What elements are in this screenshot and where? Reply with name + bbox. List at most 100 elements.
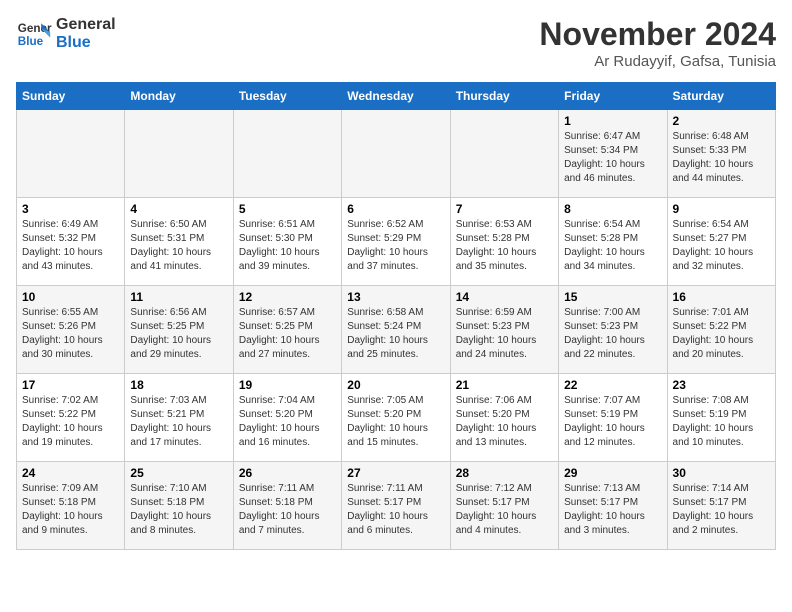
day-number: 21 [456,378,553,392]
day-cell: 27 Sunrise: 7:11 AM Sunset: 5:17 PM Dayli… [342,462,450,550]
week-row-2: 3 Sunrise: 6:49 AM Sunset: 5:32 PM Daylig… [17,198,776,286]
day-info: Sunrise: 7:12 AM Sunset: 5:17 PM Dayligh… [456,482,553,538]
day-info: Sunrise: 7:09 AM Sunset: 5:18 PM Dayligh… [22,482,119,538]
day-info: Sunrise: 6:58 AM Sunset: 5:24 PM Dayligh… [347,306,444,362]
day-info: Sunrise: 6:47 AM Sunset: 5:34 PM Dayligh… [564,130,661,186]
day-number: 1 [564,114,661,128]
day-info: Sunrise: 7:10 AM Sunset: 5:18 PM Dayligh… [130,482,227,538]
day-number: 25 [130,466,227,480]
location: Ar Rudayyif, Gafsa, Tunisia [539,53,776,70]
day-number: 19 [239,378,336,392]
day-cell [233,110,341,198]
day-cell: 15 Sunrise: 7:00 AM Sunset: 5:23 PM Dayli… [559,286,667,374]
day-number: 24 [22,466,119,480]
day-info: Sunrise: 7:00 AM Sunset: 5:23 PM Dayligh… [564,306,661,362]
day-cell [342,110,450,198]
svg-text:Blue: Blue [18,35,44,48]
logo-blue: Blue [56,34,116,52]
week-row-1: 1 Sunrise: 6:47 AM Sunset: 5:34 PM Daylig… [17,110,776,198]
day-number: 28 [456,466,553,480]
day-info: Sunrise: 7:11 AM Sunset: 5:17 PM Dayligh… [347,482,444,538]
week-row-4: 17Sunrise: 7:02 AM Sunset: 5:22 PM Dayli… [17,374,776,462]
day-cell: 20 Sunrise: 7:05 AM Sunset: 5:20 PM Dayli… [342,374,450,462]
day-number: 18 [130,378,227,392]
day-info: Sunrise: 7:14 AM Sunset: 5:17 PM Dayligh… [673,482,770,538]
weekday-header-sunday: Sunday [17,83,125,110]
day-info: Sunrise: 6:57 AM Sunset: 5:25 PM Dayligh… [239,306,336,362]
header: General Blue General Blue November 2024 … [16,16,776,70]
day-number: 2 [673,114,770,128]
day-info: Sunrise: 6:56 AM Sunset: 5:25 PM Dayligh… [130,306,227,362]
week-row-3: 10Sunrise: 6:55 AM Sunset: 5:26 PM Dayli… [17,286,776,374]
day-cell: 28 Sunrise: 7:12 AM Sunset: 5:17 PM Dayli… [450,462,558,550]
day-number: 26 [239,466,336,480]
logo-icon: General Blue [16,16,52,52]
day-number: 14 [456,290,553,304]
day-cell: 19 Sunrise: 7:04 AM Sunset: 5:20 PM Dayli… [233,374,341,462]
day-info: Sunrise: 7:05 AM Sunset: 5:20 PM Dayligh… [347,394,444,450]
day-cell: 21Sunrise: 7:06 AM Sunset: 5:20 PM Dayli… [450,374,558,462]
day-number: 15 [564,290,661,304]
day-number: 4 [130,202,227,216]
weekday-header-saturday: Saturday [667,83,775,110]
day-number: 30 [673,466,770,480]
day-info: Sunrise: 6:54 AM Sunset: 5:28 PM Dayligh… [564,218,661,274]
day-info: Sunrise: 7:08 AM Sunset: 5:19 PM Dayligh… [673,394,770,450]
day-cell: 12Sunrise: 6:57 AM Sunset: 5:25 PM Dayli… [233,286,341,374]
weekday-header-row: SundayMondayTuesdayWednesdayThursdayFrid… [17,83,776,110]
day-cell [125,110,233,198]
logo-general: General [56,16,116,34]
day-cell: 18Sunrise: 7:03 AM Sunset: 5:21 PM Dayli… [125,374,233,462]
day-cell: 16 Sunrise: 7:01 AM Sunset: 5:22 PM Dayli… [667,286,775,374]
day-info: Sunrise: 6:55 AM Sunset: 5:26 PM Dayligh… [22,306,119,362]
weekday-header-wednesday: Wednesday [342,83,450,110]
weekday-header-monday: Monday [125,83,233,110]
day-info: Sunrise: 7:01 AM Sunset: 5:22 PM Dayligh… [673,306,770,362]
day-cell: 30 Sunrise: 7:14 AM Sunset: 5:17 PM Dayli… [667,462,775,550]
day-info: Sunrise: 6:48 AM Sunset: 5:33 PM Dayligh… [673,130,770,186]
day-number: 5 [239,202,336,216]
weekday-header-thursday: Thursday [450,83,558,110]
day-cell: 11 Sunrise: 6:56 AM Sunset: 5:25 PM Dayli… [125,286,233,374]
day-info: Sunrise: 6:51 AM Sunset: 5:30 PM Dayligh… [239,218,336,274]
day-number: 23 [673,378,770,392]
day-number: 7 [456,202,553,216]
day-cell: 7 Sunrise: 6:53 AM Sunset: 5:28 PM Daylig… [450,198,558,286]
day-cell: 8 Sunrise: 6:54 AM Sunset: 5:28 PM Daylig… [559,198,667,286]
day-info: Sunrise: 6:52 AM Sunset: 5:29 PM Dayligh… [347,218,444,274]
day-cell: 10Sunrise: 6:55 AM Sunset: 5:26 PM Dayli… [17,286,125,374]
day-cell: 3 Sunrise: 6:49 AM Sunset: 5:32 PM Daylig… [17,198,125,286]
day-cell: 4 Sunrise: 6:50 AM Sunset: 5:31 PM Daylig… [125,198,233,286]
day-number: 6 [347,202,444,216]
day-number: 11 [130,290,227,304]
calendar-table: SundayMondayTuesdayWednesdayThursdayFrid… [16,82,776,550]
title-block: November 2024 Ar Rudayyif, Gafsa, Tunisi… [539,16,776,70]
day-cell: 22Sunrise: 7:07 AM Sunset: 5:19 PM Dayli… [559,374,667,462]
day-number: 20 [347,378,444,392]
day-info: Sunrise: 6:49 AM Sunset: 5:32 PM Dayligh… [22,218,119,274]
week-row-5: 24 Sunrise: 7:09 AM Sunset: 5:18 PM Dayli… [17,462,776,550]
day-number: 3 [22,202,119,216]
day-number: 17 [22,378,119,392]
weekday-header-friday: Friday [559,83,667,110]
logo: General Blue General Blue [16,16,116,52]
day-number: 27 [347,466,444,480]
month-title: November 2024 [539,16,776,53]
day-cell: 5 Sunrise: 6:51 AM Sunset: 5:30 PM Daylig… [233,198,341,286]
day-cell: 25 Sunrise: 7:10 AM Sunset: 5:18 PM Dayli… [125,462,233,550]
day-cell: 24 Sunrise: 7:09 AM Sunset: 5:18 PM Dayli… [17,462,125,550]
day-info: Sunrise: 7:04 AM Sunset: 5:20 PM Dayligh… [239,394,336,450]
day-info: Sunrise: 6:50 AM Sunset: 5:31 PM Dayligh… [130,218,227,274]
day-cell: 6 Sunrise: 6:52 AM Sunset: 5:29 PM Daylig… [342,198,450,286]
day-cell: 9Sunrise: 6:54 AM Sunset: 5:27 PM Daylig… [667,198,775,286]
day-number: 9 [673,202,770,216]
day-info: Sunrise: 6:53 AM Sunset: 5:28 PM Dayligh… [456,218,553,274]
day-number: 8 [564,202,661,216]
day-cell: 2 Sunrise: 6:48 AM Sunset: 5:33 PM Daylig… [667,110,775,198]
day-cell: 29Sunrise: 7:13 AM Sunset: 5:17 PM Dayli… [559,462,667,550]
day-info: Sunrise: 7:07 AM Sunset: 5:19 PM Dayligh… [564,394,661,450]
weekday-header-tuesday: Tuesday [233,83,341,110]
day-cell: 14Sunrise: 6:59 AM Sunset: 5:23 PM Dayli… [450,286,558,374]
day-number: 16 [673,290,770,304]
day-number: 29 [564,466,661,480]
